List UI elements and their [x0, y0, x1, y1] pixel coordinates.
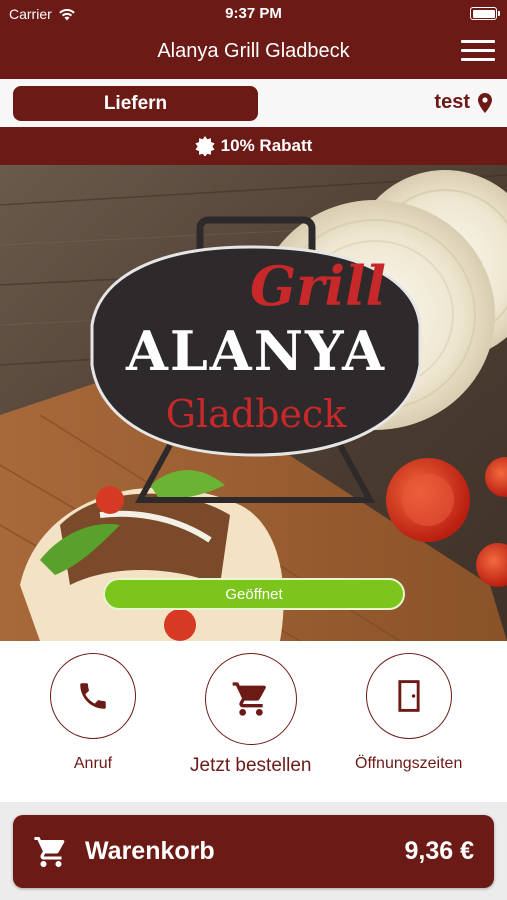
- logo-city-text: Gladbeck: [166, 392, 348, 436]
- opening-hours-circle: [365, 653, 452, 739]
- logo-script-text: Grill: [250, 254, 386, 318]
- status-time: 9:37 PM: [225, 5, 282, 22]
- shopping-cart-icon: [232, 682, 266, 716]
- deliver-button[interactable]: Liefern: [13, 86, 258, 121]
- battery-icon: [470, 7, 500, 20]
- opening-hours-label: Öffnungszeiten: [355, 755, 463, 772]
- order-now-button[interactable]: Jetzt bestellen: [190, 653, 311, 777]
- discount-label: 10% Rabatt: [220, 136, 313, 155]
- badge-star-icon: [195, 136, 215, 156]
- cart-total: 9,36 €: [404, 837, 474, 865]
- map-pin-icon: [478, 92, 492, 113]
- page-title: Alanya Grill Gladbeck: [157, 40, 350, 62]
- door-icon: [398, 680, 420, 712]
- shopping-cart-icon: [34, 836, 65, 867]
- open-status-badge: Geöffnet: [103, 578, 405, 610]
- hero-banner: Grill ALANYA Gladbeck Geöffnet: [0, 165, 507, 641]
- call-action-circle: [50, 653, 136, 739]
- location-label: test: [434, 91, 470, 113]
- opening-hours-button[interactable]: Öffnungszeiten: [355, 653, 462, 773]
- cart-label: Warenkorb: [85, 837, 215, 865]
- order-action-circle: [204, 653, 297, 745]
- call-action-button[interactable]: Anruf: [50, 653, 136, 773]
- cart-button[interactable]: Warenkorb 9,36 €: [13, 815, 494, 888]
- order-now-label: Jetzt bestellen: [190, 755, 312, 776]
- logo-name-text: ALANYA: [125, 319, 386, 383]
- call-action-label: Anruf: [73, 755, 113, 772]
- hamburger-menu-icon[interactable]: [461, 40, 495, 64]
- app-header: Carrier 9:37 PM Alanya Grill Gladbeck: [0, 0, 507, 79]
- restaurant-logo: Grill ALANYA Gladbeck: [90, 216, 422, 503]
- location-selector[interactable]: test: [434, 91, 492, 114]
- discount-banner: 10% Rabatt: [0, 127, 507, 165]
- order-mode-bar: Liefern test: [0, 79, 507, 127]
- quick-actions: Anruf Jetzt bestellen Öffnungszeiten: [0, 641, 507, 802]
- phone-icon: [80, 683, 106, 709]
- status-bar: Carrier 9:37 PM: [0, 0, 507, 28]
